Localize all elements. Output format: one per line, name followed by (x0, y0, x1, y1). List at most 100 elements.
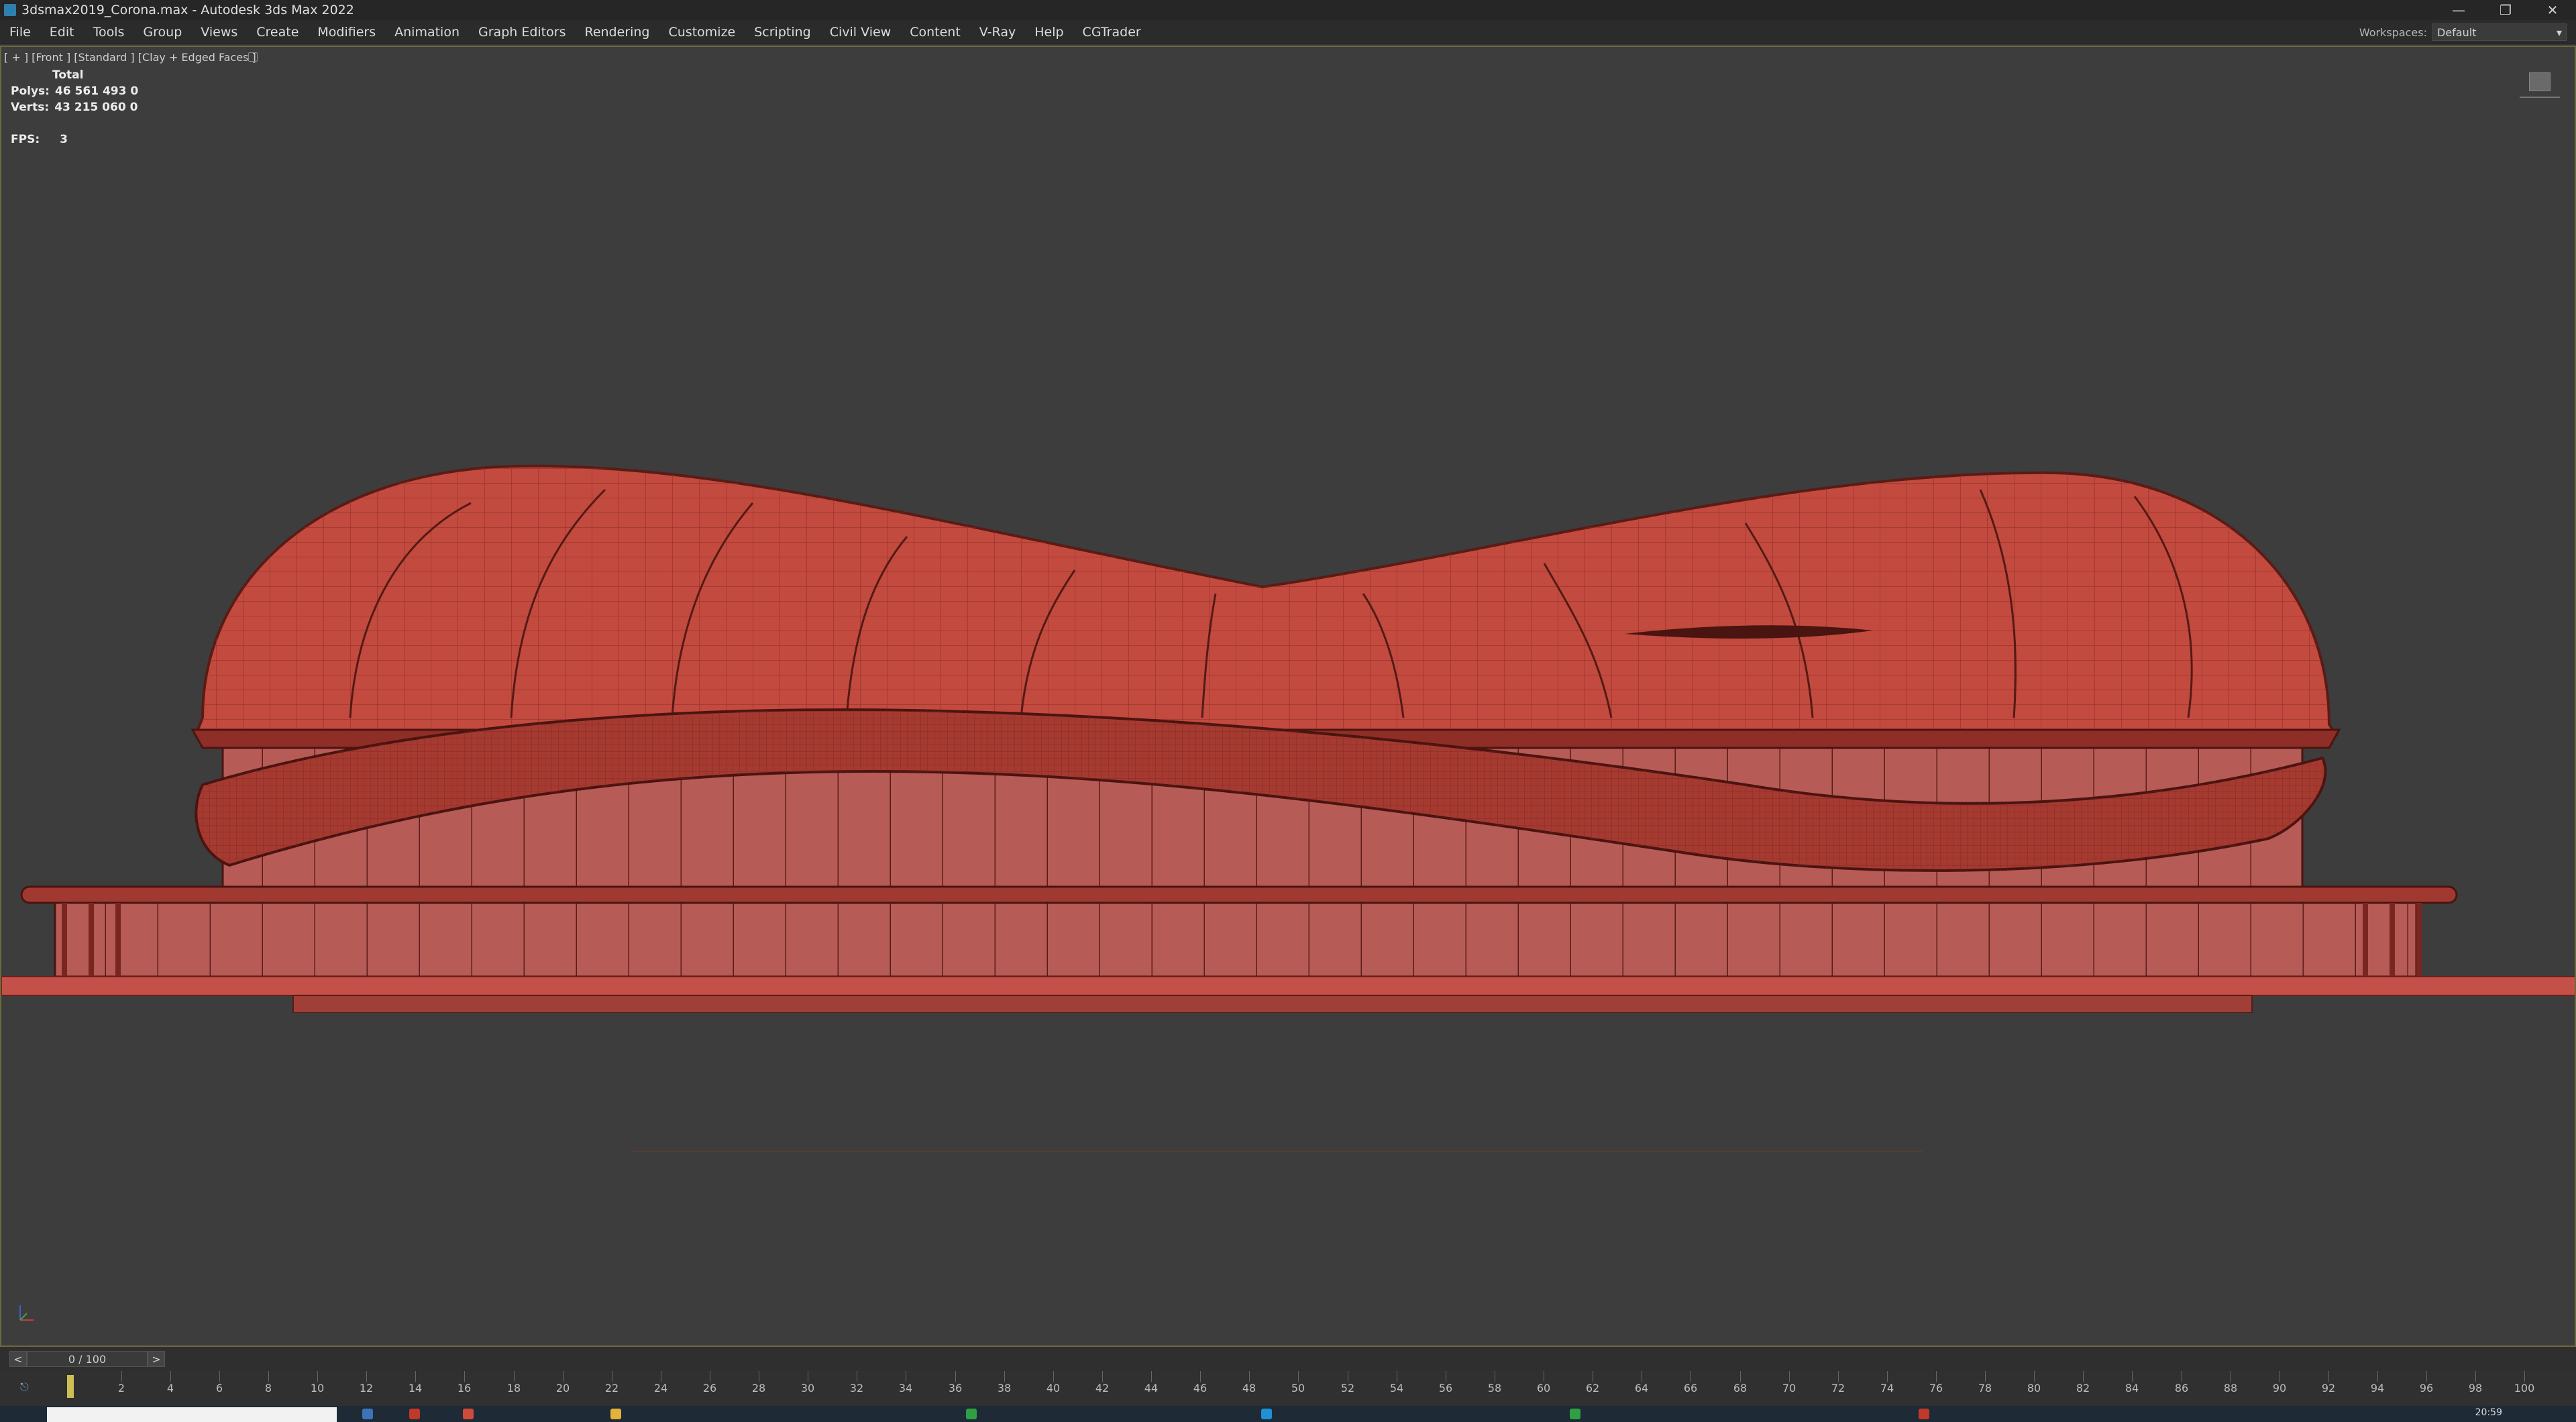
timeline-tick-label: 14 (408, 1382, 423, 1394)
timeline-tick-label: 46 (1193, 1382, 1208, 1394)
fps-readout: FPS: 3 (11, 133, 68, 146)
polys-value: 46 561 493 0 (54, 85, 139, 98)
timeline-tick (1151, 1371, 1152, 1382)
timeline-tick-label: 56 (1438, 1382, 1453, 1394)
menu-content[interactable]: Content (900, 20, 970, 44)
app-icon[interactable] (1570, 1409, 1580, 1419)
fps-label: FPS: (11, 133, 40, 146)
app-icon[interactable] (362, 1409, 373, 1419)
workspace-value: Default (2437, 25, 2477, 39)
timeline-tick-label: 4 (166, 1382, 174, 1394)
timeline-tick-label: 20 (555, 1382, 570, 1394)
menu-file[interactable]: File (0, 20, 40, 44)
timeline-tick (1249, 1371, 1250, 1382)
time-slider[interactable]: < 0 / 100 > (0, 1347, 2576, 1371)
timeline-tick-label: 26 (702, 1382, 717, 1394)
timeline-tick-label: 16 (457, 1382, 472, 1394)
statistics-overlay: Total Polys: 46 561 493 0 Verts: 43 215 … (11, 67, 138, 115)
timeline-tick-label: 54 (1389, 1382, 1404, 1394)
timeline-tick (955, 1371, 956, 1382)
timeline-tick-label: 92 (2321, 1382, 2336, 1394)
restore-button[interactable]: ❐ (2482, 0, 2529, 20)
viewcube-ring[interactable] (2520, 94, 2560, 98)
timeline-tick (366, 1371, 367, 1382)
ground-line (632, 1151, 1923, 1152)
menu-scripting[interactable]: Scripting (745, 20, 820, 44)
timeline-tick-label: 42 (1095, 1382, 1110, 1394)
timeline-tick (2328, 1371, 2329, 1382)
timeline-tick-label: 32 (849, 1382, 864, 1394)
menu-edit[interactable]: Edit (40, 20, 84, 44)
timeline-tick-label: 62 (1585, 1382, 1600, 1394)
timeline-tick (514, 1371, 515, 1382)
timeline-tick-label: 64 (1634, 1382, 1649, 1394)
timeline-tick-label: 44 (1144, 1382, 1159, 1394)
menu-tools[interactable]: Tools (84, 20, 134, 44)
next-frame-button[interactable]: > (148, 1351, 165, 1367)
workspace-switcher: Workspaces: Default ▾ (2359, 23, 2567, 41)
timeline-tick (1004, 1371, 1005, 1382)
timeline-tick-label: 78 (1978, 1382, 1992, 1394)
taskbar: 20:59 (0, 1406, 2576, 1422)
menu-animation[interactable]: Animation (385, 20, 469, 44)
prev-frame-button[interactable]: < (9, 1351, 27, 1367)
timeline-tick (1985, 1371, 1986, 1382)
timeline-tick-label: 68 (1733, 1382, 1748, 1394)
menu-help[interactable]: Help (1025, 20, 1073, 44)
app-icon[interactable] (1261, 1409, 1272, 1419)
timeline-tick-label: 96 (2419, 1382, 2434, 1394)
timeline-tick (2475, 1371, 2476, 1382)
menu-rendering[interactable]: Rendering (575, 20, 659, 44)
menu-customize[interactable]: Customize (659, 20, 745, 44)
app-icon[interactable] (463, 1409, 474, 1419)
workspace-dropdown[interactable]: Default ▾ (2432, 23, 2567, 41)
front-viewport[interactable]: [ + ] [Front ] [Standard ] [Clay + Edged… (0, 46, 2576, 1347)
timeline-tick-label: 70 (1782, 1382, 1796, 1394)
menu-graph-editors[interactable]: Graph Editors (469, 20, 575, 44)
filter-icon[interactable] (248, 52, 258, 62)
stadium-model[interactable] (1, 409, 2576, 1013)
app-icon[interactable] (610, 1409, 621, 1419)
key-filter-icon[interactable]: ⎋ (20, 1380, 29, 1394)
timeline-tick-label: 66 (1683, 1382, 1698, 1394)
taskbar-clock: 20:59 (2475, 1407, 2502, 1418)
taskbar-search-input[interactable] (47, 1407, 337, 1422)
viewcube[interactable] (2529, 72, 2551, 91)
menu-vray[interactable]: V-Ray (970, 20, 1025, 44)
app-icon[interactable] (1919, 1409, 1929, 1419)
timeline-tick (219, 1371, 220, 1382)
timeline-tick-label: 86 (2174, 1382, 2189, 1394)
menu-civil-view[interactable]: Civil View (820, 20, 900, 44)
timeline-tick (415, 1371, 416, 1382)
menu-cgtrader[interactable]: CGTrader (1073, 20, 1150, 44)
app-icon[interactable] (966, 1409, 977, 1419)
menu-modifiers[interactable]: Modifiers (308, 20, 385, 44)
timeline-tick-label: 30 (800, 1382, 815, 1394)
timeline-tick-label: 28 (751, 1382, 766, 1394)
timeline-tick (1838, 1371, 1839, 1382)
timeline-tick-label: 22 (604, 1382, 619, 1394)
minimize-button[interactable]: — (2435, 0, 2482, 20)
3dsmax-app-icon (4, 4, 16, 16)
menu-group[interactable]: Group (133, 20, 191, 44)
timeline-tick (1298, 1371, 1299, 1382)
timeline-tick (1053, 1371, 1054, 1382)
timeline-tick (2426, 1371, 2427, 1382)
timeline-tick-label: 2 (117, 1382, 125, 1394)
menu-create[interactable]: Create (247, 20, 308, 44)
timeline-tick-label: 94 (2370, 1382, 2385, 1394)
close-button[interactable]: ✕ (2529, 0, 2576, 20)
timeline-tick (1690, 1371, 1691, 1382)
app-icon[interactable] (409, 1409, 420, 1419)
frame-counter[interactable]: 0 / 100 (27, 1351, 148, 1367)
timeline-tick (2279, 1371, 2280, 1382)
timeline-tick-label: 12 (359, 1382, 374, 1394)
timeline-tick-label: 18 (506, 1382, 521, 1394)
verts-value: 43 215 060 0 (54, 101, 138, 114)
menu-views[interactable]: Views (191, 20, 247, 44)
timeline-tick (2083, 1371, 2084, 1382)
track-bar[interactable]: ⎋ 2 4 6 8 10 12 14 16 18 20 22 24 26 28 30 32 34 36 38 40 42… (0, 1371, 2576, 1406)
viewport-label[interactable]: [ + ] [Front ] [Standard ] [Clay + Edged… (4, 51, 256, 64)
fps-value: 3 (60, 133, 68, 146)
timeline-tick-label: 98 (2468, 1382, 2483, 1394)
